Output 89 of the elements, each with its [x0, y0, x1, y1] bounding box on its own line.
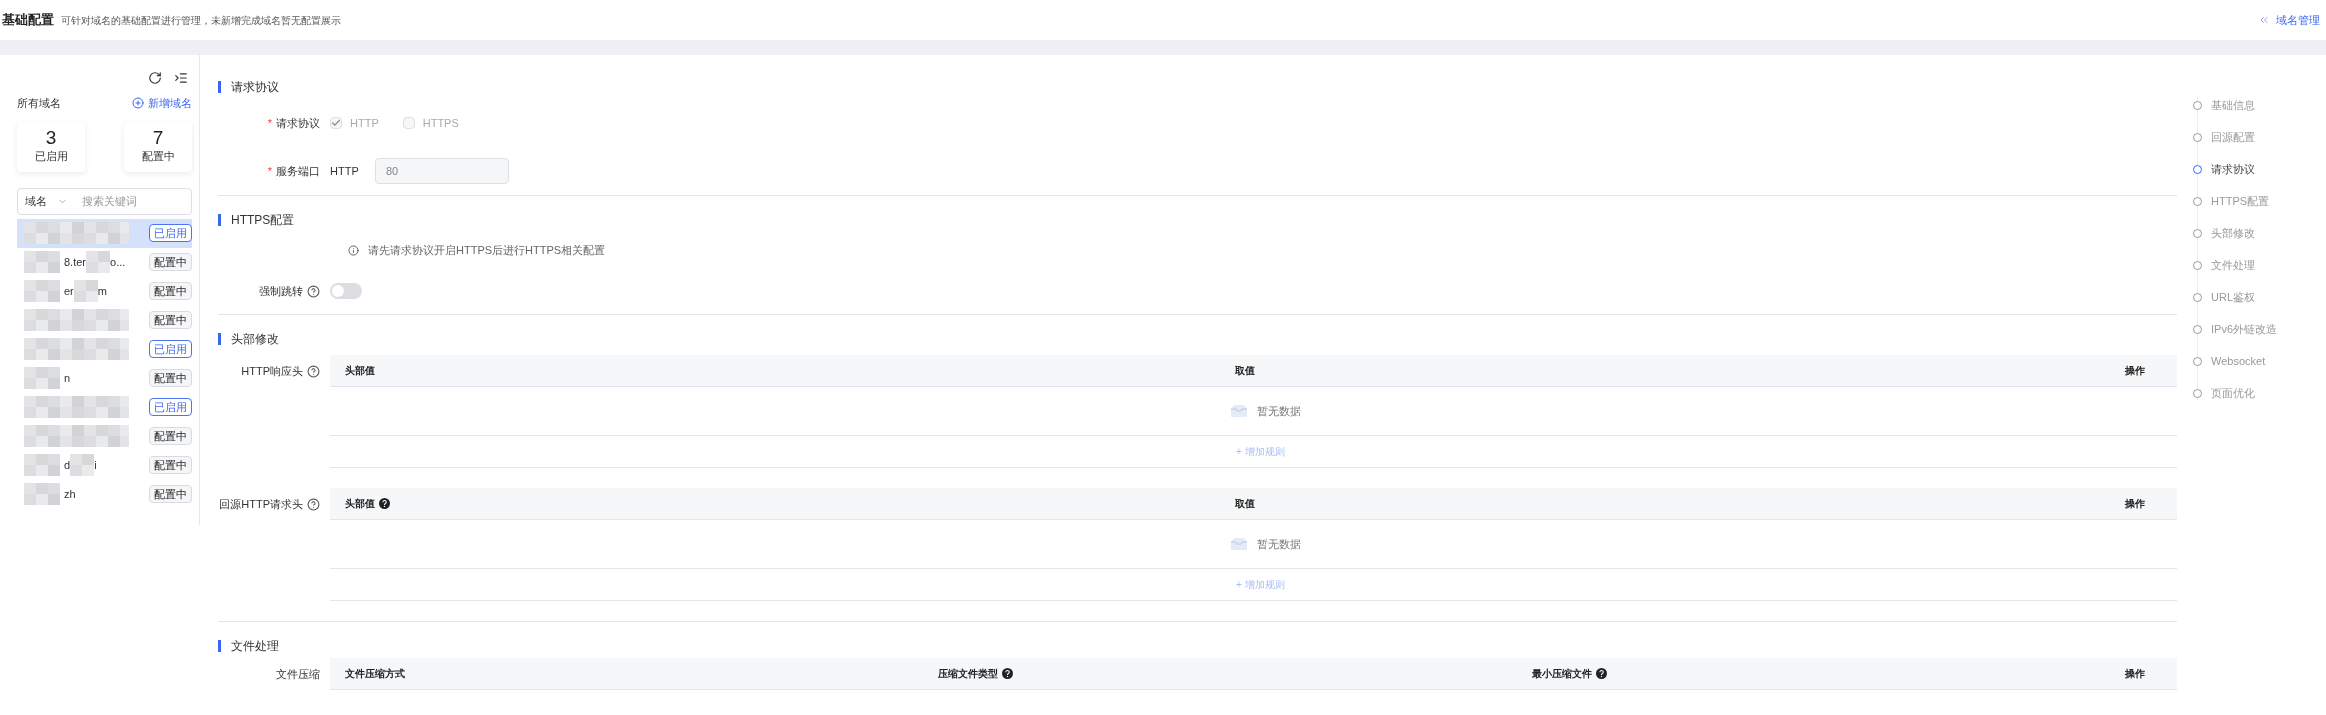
- domain-name-fragment: 8.ter: [64, 254, 86, 270]
- status-tag: 配置中: [149, 485, 192, 503]
- domain-item[interactable]: n 配置中: [17, 363, 192, 393]
- domain-item[interactable]: 配置中: [17, 421, 192, 451]
- pixelated-text-drawing: [73, 280, 98, 302]
- page-description: 可针对域名的基础配置进行管理，未新增完成域名暂无配置展示: [61, 13, 341, 28]
- status-tag: 配置中: [149, 456, 192, 474]
- page-title: 基础配置: [2, 11, 54, 30]
- field-label: 文件压缩: [276, 666, 320, 682]
- column-header: 头部值: [345, 364, 375, 378]
- domain-item[interactable]: 配置中: [17, 305, 192, 335]
- stat-label: 已启用: [34, 149, 68, 165]
- search-field[interactable]: 域名 搜索关键词: [17, 187, 192, 215]
- column-header: 文件压缩方式: [345, 667, 405, 681]
- back-link[interactable]: 域名管理: [2258, 11, 2324, 29]
- empty-text: 暂无数据: [1257, 403, 1301, 419]
- domain-name-fragment: n: [64, 370, 71, 386]
- empty-box-icon: [1230, 404, 1248, 418]
- column-header: 操作: [2125, 364, 2145, 378]
- anchor-nav-item[interactable]: 基础信息: [2193, 89, 2326, 121]
- port-input[interactable]: 80: [375, 158, 509, 184]
- domain-item[interactable]: 已启用: [17, 392, 192, 422]
- domain-name-fragment: zh: [64, 486, 76, 502]
- column-header: 取值: [1235, 497, 1255, 511]
- double-chevron-icon: [2258, 14, 2270, 26]
- field-label: 回源HTTP请求头: [219, 496, 303, 512]
- field-label: HTTP响应头: [241, 363, 303, 379]
- status-tag: 配置中: [149, 311, 192, 329]
- status-tag: 已启用: [149, 224, 192, 242]
- required-mark: *: [267, 115, 272, 131]
- domain-name-fragment: d: [64, 457, 71, 473]
- add-icon: [132, 97, 144, 110]
- section-title: 文件处理: [231, 638, 279, 655]
- anchor-nav-item[interactable]: Websocket: [2193, 345, 2326, 377]
- domain-item[interactable]: er m 配置中: [17, 276, 192, 306]
- status-tag: 已启用: [149, 340, 192, 358]
- column-header: 头部值: [345, 497, 375, 511]
- anchor-nav-item[interactable]: 头部修改: [2193, 217, 2326, 249]
- domain-name-fragment: o...: [110, 254, 126, 270]
- domain-item[interactable]: 已启用: [17, 218, 192, 248]
- search-type-select[interactable]: 域名: [18, 192, 82, 210]
- column-header: 压缩文件类型: [938, 667, 999, 681]
- add-domain-button[interactable]: 新增域名: [132, 95, 192, 112]
- port-protocol: HTTP: [330, 163, 360, 179]
- anchor-nav-item[interactable]: URL鉴权: [2193, 281, 2326, 313]
- pixelated-text-drawing: [70, 454, 95, 476]
- empty-box-icon: [1230, 537, 1248, 551]
- list-icon[interactable]: [174, 71, 188, 85]
- toggle-switch[interactable]: [330, 283, 362, 299]
- anchor-nav-item[interactable]: HTTPS配置: [2193, 185, 2326, 217]
- anchor-nav-item[interactable]: 回源配置: [2193, 121, 2326, 153]
- section-title: 头部修改: [231, 331, 279, 348]
- column-header: 操作: [2125, 667, 2145, 681]
- column-header: 操作: [2125, 497, 2145, 511]
- status-tag: 已启用: [149, 398, 192, 416]
- field-label: 强制跳转: [259, 283, 303, 299]
- stat-value: 7: [152, 128, 164, 149]
- info-icon: [348, 244, 359, 256]
- domain-name-fragment: m: [97, 283, 107, 299]
- pixelated-text-drawing: [86, 251, 110, 273]
- stat-label: 配置中: [141, 149, 175, 165]
- domain-item[interactable]: 已启用: [17, 334, 192, 364]
- status-tag: 配置中: [149, 369, 192, 387]
- empty-text: 暂无数据: [1257, 536, 1301, 552]
- domain-item[interactable]: 8.ter o... 配置中: [17, 247, 192, 277]
- anchor-nav-item[interactable]: IPv6外链改造: [2193, 313, 2326, 345]
- status-tag: 配置中: [149, 253, 192, 271]
- anchor-nav-item[interactable]: 文件处理: [2193, 249, 2326, 281]
- sidebar-title: 所有域名: [17, 96, 61, 111]
- domain-item[interactable]: zh 配置中: [17, 479, 192, 509]
- info-text: 请先请求协议开启HTTPS后进行HTTPS相关配置: [368, 242, 606, 258]
- section-title: 请求协议: [231, 79, 279, 96]
- required-mark: *: [267, 163, 272, 179]
- anchor-nav-item[interactable]: 请求协议: [2193, 153, 2326, 185]
- domain-name-fragment: i: [94, 457, 97, 473]
- anchor-nav-item[interactable]: 页面优化: [2193, 377, 2326, 409]
- column-header: 最小压缩文件: [1531, 667, 1592, 681]
- status-tag: 配置中: [149, 282, 192, 300]
- check-icon: [331, 118, 341, 128]
- refresh-icon[interactable]: [148, 71, 162, 85]
- status-tag: 配置中: [149, 427, 192, 445]
- domain-name-fragment: er: [64, 283, 74, 299]
- column-header: 取值: [1235, 364, 1255, 378]
- search-input[interactable]: 搜索关键词: [82, 192, 182, 210]
- section-title: HTTPS配置: [231, 212, 295, 229]
- field-label: 请求协议: [276, 115, 320, 131]
- domain-item[interactable]: d i 配置中: [17, 450, 192, 480]
- stat-value: 3: [45, 128, 57, 149]
- field-label: 服务端口: [276, 163, 320, 179]
